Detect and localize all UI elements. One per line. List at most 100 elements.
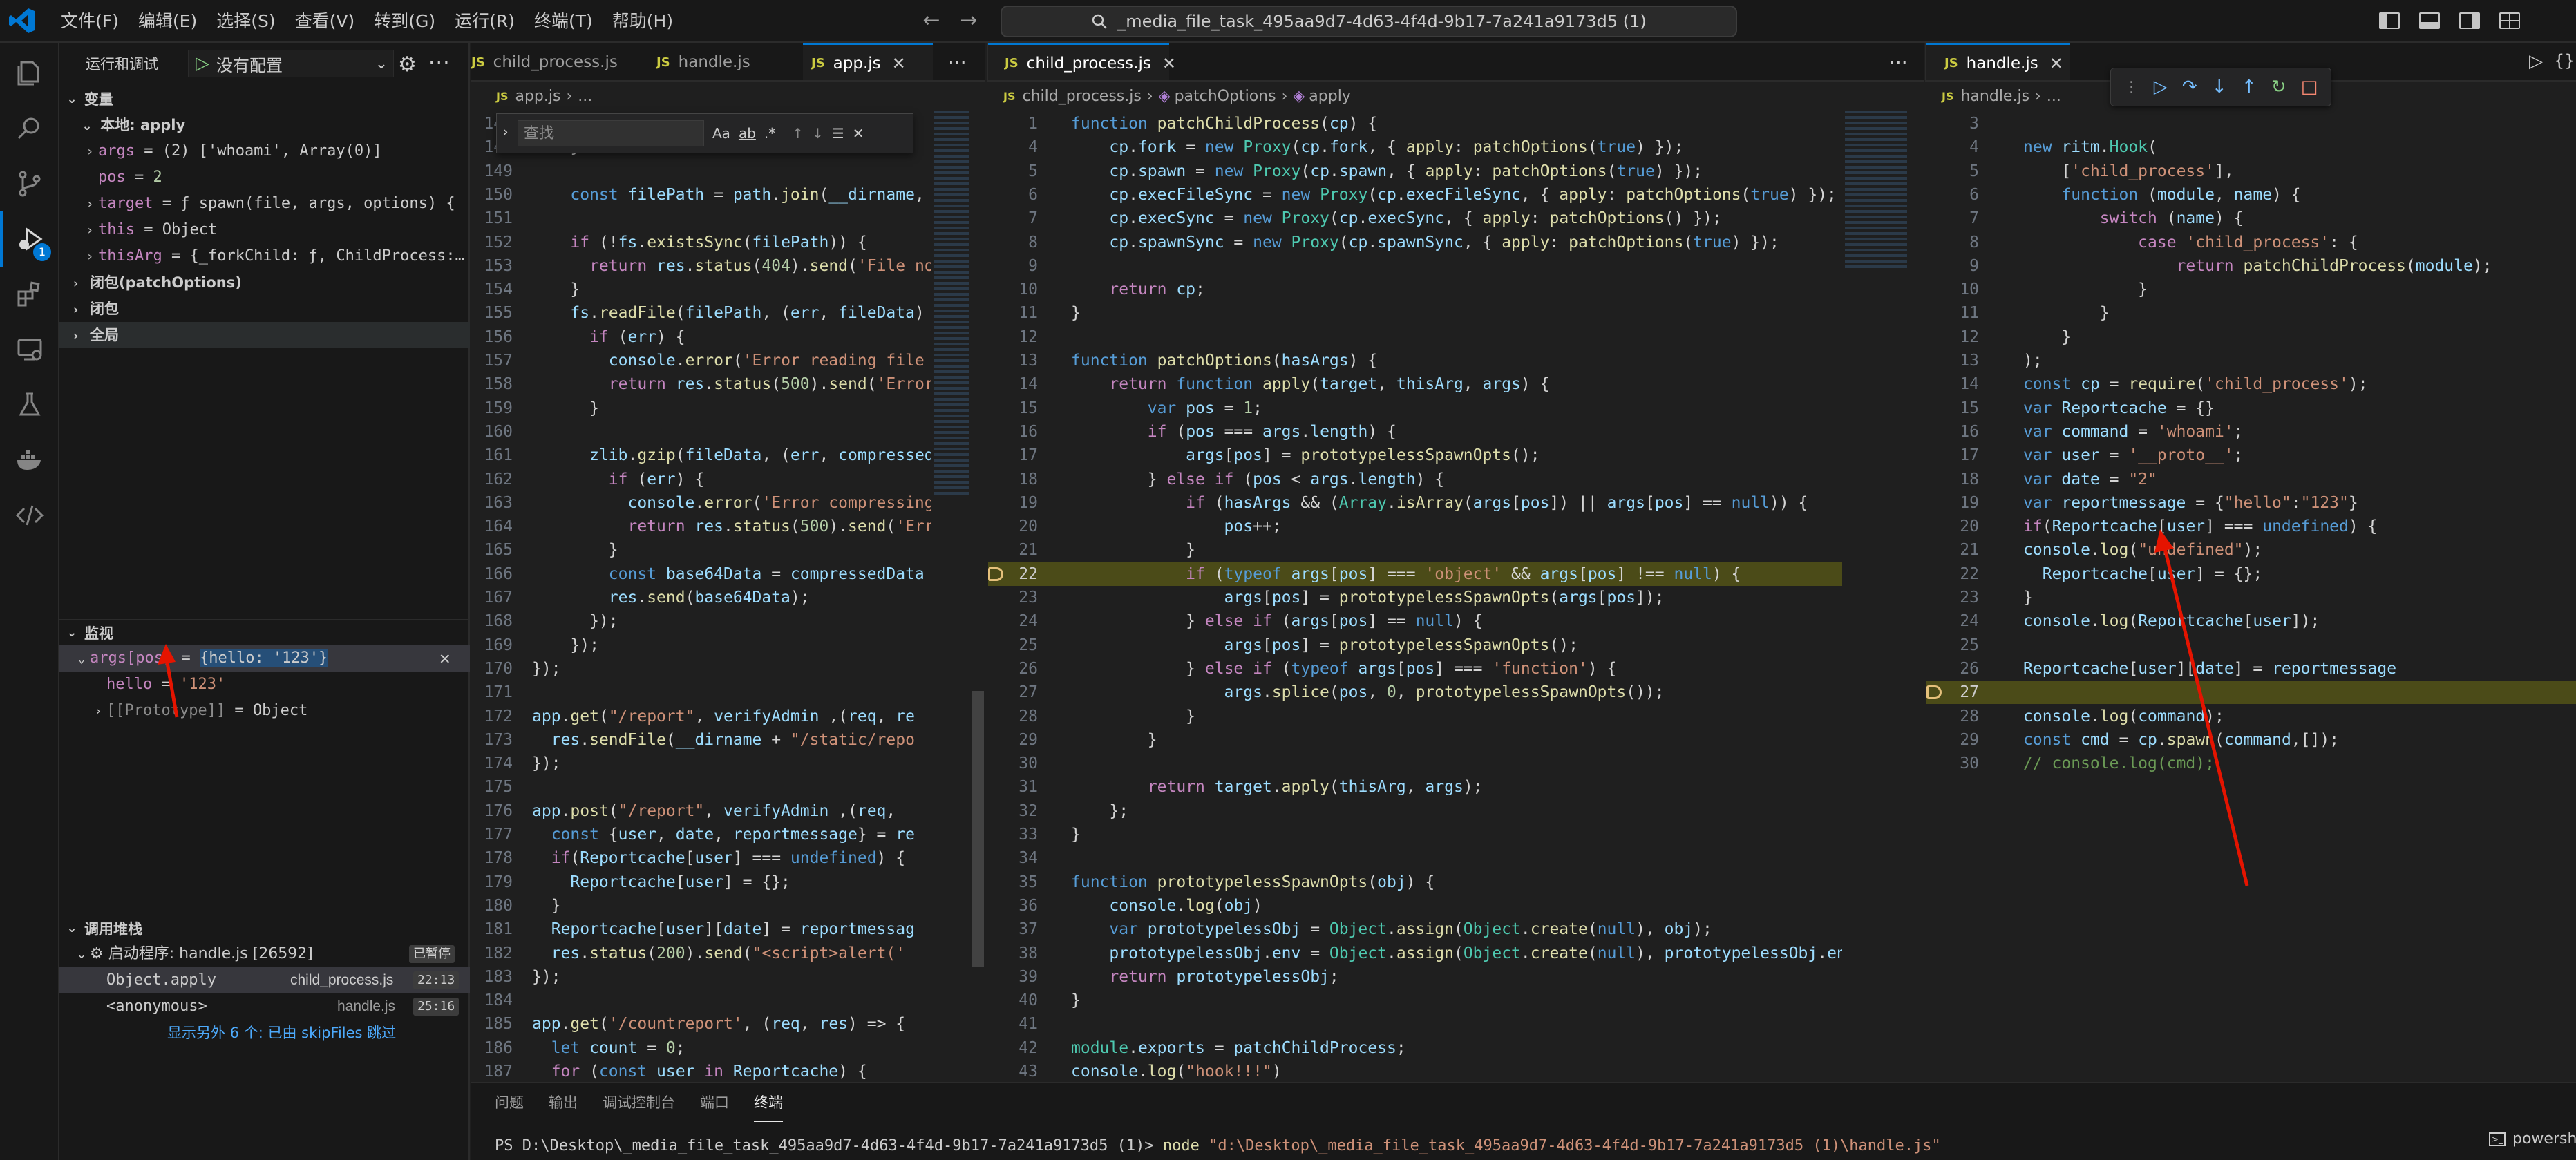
match-word-icon[interactable]: ab [739, 125, 756, 142]
code-line[interactable]: 18 } else if (pos < args.length) { [988, 468, 1842, 491]
forward-arrow-icon[interactable]: → [954, 6, 984, 36]
code-line[interactable]: 8 case 'child_process': { [1926, 231, 2576, 254]
code-line[interactable]: 9 [988, 254, 1842, 278]
code-line[interactable]: 30 // console.log(cmd); [1926, 752, 2576, 775]
tab-handle[interactable]: JS handle.js [656, 43, 795, 80]
menu-edit[interactable]: 编辑(E) [129, 6, 207, 37]
code-line[interactable]: 150 const filePath = path.join(__dirname… [471, 183, 931, 207]
code-line[interactable]: 13 function patchOptions(hasArgs) { [988, 349, 1842, 372]
launch-config-select[interactable]: ▷ 没有配置 ⌄ [188, 50, 394, 77]
menu-terminal[interactable]: 终端(T) [524, 6, 603, 37]
code-line[interactable]: 173 res.sendFile(__dirname + "/static/re… [471, 728, 931, 752]
code-line[interactable]: 23} [1926, 586, 2576, 609]
variable-row[interactable]: › thisArg = {_forkChild: ƒ, ChildProcess:… [59, 243, 470, 269]
code-line[interactable]: 164 return res.status(500).send('Err [471, 515, 931, 538]
regex-icon[interactable]: .* [764, 125, 775, 142]
variable-row[interactable]: › this = Object [59, 217, 470, 243]
code-line[interactable]: 179 Reportcache[user] = {}; [471, 871, 931, 894]
scope-row[interactable]: › 全局 [59, 322, 470, 348]
code-line[interactable]: 35 function prototypelessSpawnOpts(obj) { [988, 871, 1842, 894]
tab-debug-console[interactable]: 调试控制台 [603, 1083, 675, 1122]
variable-row[interactable]: › args = (2) ['whoami', Array(0)] [59, 138, 470, 164]
code-line[interactable]: 1 function patchChildProcess(cp) { [988, 112, 1842, 135]
code-line[interactable]: 12 } [1926, 325, 2576, 349]
code-line[interactable]: 6 function (module, name) { [1926, 183, 2576, 207]
code-line[interactable]: 21 } [988, 538, 1842, 562]
step-over-icon[interactable]: ↷ [2182, 77, 2197, 97]
code-line[interactable]: 24 console.log(Reportcache[user]); [1926, 609, 2576, 633]
watch-expression-row[interactable]: ⌄ args[pos] = {hello: '123'} ✕ [59, 645, 470, 672]
breadcrumb-item[interactable]: app.js [515, 88, 560, 105]
code-line[interactable]: 7 switch (name) { [1926, 207, 2576, 230]
menu-file[interactable]: 文件(F) [51, 6, 129, 37]
code-line[interactable]: 29 } [988, 728, 1842, 752]
extensions-icon[interactable] [0, 267, 59, 322]
code-line[interactable]: 149 [471, 160, 931, 183]
code-line[interactable]: 11} [988, 301, 1842, 325]
scrollbar-thumb[interactable] [972, 691, 984, 967]
code-line[interactable]: 155 fs.readFile(filePath, (err, fileData… [471, 301, 931, 325]
command-center[interactable]: _media_file_task_495aa9d7-4d63-4f4d-9b17… [1001, 6, 1737, 37]
code-line[interactable]: 3 [1926, 112, 2576, 135]
tab-handle[interactable]: JS handle.js ✕ [1926, 43, 2070, 80]
breakpoint-arrow-icon[interactable] [1926, 685, 1942, 700]
restart-icon[interactable]: ↻ [2271, 77, 2286, 97]
code-line[interactable]: 16 var command = 'whoami'; [1926, 420, 2576, 444]
code-line[interactable]: 167 res.send(base64Data); [471, 586, 931, 609]
code-line[interactable]: 14 return function apply(target, thisArg… [988, 372, 1842, 396]
code-line[interactable]: 169 }); [471, 634, 931, 657]
code-line[interactable]: 153 return res.status(404).send('File no [471, 254, 931, 278]
minimap[interactable] [934, 111, 985, 1082]
toggle-primary-sidebar-icon[interactable] [2374, 6, 2405, 36]
scope-row[interactable]: › 闭包 [59, 296, 470, 322]
terminal-output[interactable]: PS D:\Desktop\_media_file_task_495aa9d7-… [495, 1137, 1941, 1154]
code-line[interactable]: 159 } [471, 397, 931, 420]
tab-terminal[interactable]: 终端 [754, 1083, 783, 1122]
code-line[interactable]: 162 if (err) { [471, 468, 931, 491]
code-line[interactable]: 22 Reportcache[user] = {}; [1926, 562, 2576, 586]
code-line[interactable]: 4 cp.fork = new Proxy(cp.fork, { apply: … [988, 135, 1842, 159]
previous-match-icon[interactable]: ↑ [792, 125, 804, 142]
tab-child-process[interactable]: JS child_process.js [471, 43, 651, 80]
code-line[interactable]: 33} [988, 823, 1842, 846]
code-line[interactable]: 170}); [471, 657, 931, 681]
editor-app-js[interactable]: 147 }148 }149150 const filePath = path.j… [471, 111, 931, 1082]
code-line[interactable]: 165 } [471, 538, 931, 562]
code-line[interactable]: 14 const cp = require('child_process'); [1926, 372, 2576, 396]
drag-handle-icon[interactable]: ⋮ [2124, 79, 2139, 96]
code-line[interactable]: 23 args[pos] = prototypelessSpawnOpts(ar… [988, 586, 1842, 609]
local-scope-row[interactable]: ⌄ 本地: apply [59, 112, 470, 138]
close-icon[interactable]: ✕ [892, 54, 906, 73]
code-line[interactable]: 175 [471, 775, 931, 799]
tab-problems[interactable]: 问题 [495, 1083, 524, 1122]
docker-icon[interactable] [0, 432, 59, 488]
code-line[interactable]: 26 } else if (typeof args[pos] === 'func… [988, 657, 1842, 681]
code-line[interactable]: 18 var date = "2" [1926, 468, 2576, 491]
code-line[interactable]: 39 return prototypelessObj; [988, 965, 1842, 989]
more-actions-icon[interactable]: ··· [948, 51, 967, 74]
code-line[interactable]: 163 console.error('Error compressing [471, 491, 931, 515]
code-line[interactable]: 177 const {user, date, reportmessage} = … [471, 823, 931, 846]
close-icon[interactable]: ✕ [853, 125, 864, 142]
chevron-right-icon[interactable]: › [502, 124, 509, 141]
code-line[interactable]: 40} [988, 989, 1842, 1012]
code-line[interactable]: 29 const cmd = cp.spawn(command,[]); [1926, 728, 2576, 752]
code-line[interactable]: 41 [988, 1012, 1842, 1036]
watch-child-row[interactable]: hello = '123' [59, 672, 470, 698]
breadcrumb-item[interactable]: handle.js [1960, 88, 2029, 105]
variable-row[interactable]: › target = ƒ spawn(file, args, options) { [59, 191, 470, 217]
code-line[interactable]: 31 return target.apply(thisArg, args); [988, 775, 1842, 799]
code-line[interactable]: 21 console.log("undefined"); [1926, 538, 2576, 562]
code-line[interactable]: 182 res.status(200).send("<script>alert(… [471, 942, 931, 965]
breadcrumb-item[interactable]: ... [2047, 88, 2061, 105]
code-line[interactable]: 28 } [988, 705, 1842, 728]
more-actions-icon[interactable]: ··· [1889, 51, 1908, 74]
match-case-icon[interactable]: Aa [712, 125, 730, 142]
code-line[interactable]: 166 const base64Data = compressedData [471, 562, 931, 586]
variable-row[interactable]: pos = 2 [59, 164, 470, 191]
code-line[interactable]: 186 let count = 0; [471, 1036, 931, 1060]
code-line[interactable]: 181 Reportcache[user][date] = reportmess… [471, 917, 931, 941]
code-line[interactable]: 19 var reportmessage = {"hello":"123"} [1926, 491, 2576, 515]
code-line[interactable]: 11 } [1926, 301, 2576, 325]
show-more-frames-link[interactable]: 显示另外 6 个: 已由 skipFiles 跳过 [59, 1020, 470, 1046]
